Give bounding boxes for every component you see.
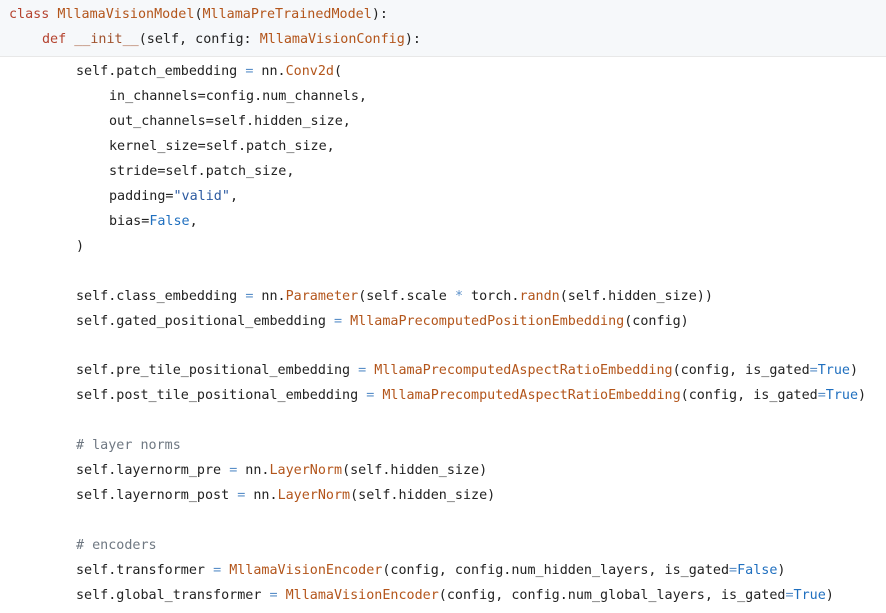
operator-token: =: [729, 563, 738, 578]
code-line-layernorm-post: self.layernorm_post = nn.LayerNorm(self.…: [76, 483, 495, 508]
call-token: randn: [519, 289, 560, 304]
punctuation-token: (: [194, 7, 203, 22]
code-line-bias: bias=False,: [109, 209, 198, 234]
code-text: self.pre_tile_positional_embedding: [76, 363, 359, 378]
call-token: LayerNorm: [269, 463, 343, 478]
call-token: MllamaVisionEncoder: [229, 563, 383, 578]
code-line-layernorm-pre: self.layernorm_pre = nn.LayerNorm(self.h…: [76, 458, 487, 483]
call-token: LayerNorm: [277, 488, 351, 503]
call-token: MllamaPrecomputedAspectRatioEmbedding: [374, 363, 673, 378]
literal-token: False: [737, 563, 778, 578]
function-name-token: __init__: [74, 32, 139, 47]
code-text: self.patch_embedding: [76, 64, 246, 79]
call-token: MllamaPrecomputedAspectRatioEmbedding: [382, 388, 681, 403]
code-line-post-tile-embedding: self.post_tile_positional_embedding = Ml…: [76, 383, 866, 408]
call-token: Parameter: [285, 289, 359, 304]
operator-token: *: [454, 289, 463, 304]
code-line-kernel-size: kernel_size=self.patch_size,: [109, 139, 335, 154]
code-line-global-transformer: self.global_transformer = MllamaVisionEn…: [76, 583, 834, 608]
code-text: self.transformer: [76, 563, 214, 578]
code-text: bias=: [109, 214, 150, 229]
code-text: (self.scale: [358, 289, 455, 304]
operator-token: =: [817, 388, 826, 403]
punctuation-token: ):: [404, 32, 421, 47]
code-text: padding=: [109, 189, 174, 204]
code-text: ,: [189, 214, 198, 229]
code-text: self.class_embedding: [76, 289, 246, 304]
code-text: (config, is_gated: [672, 363, 810, 378]
code-text: ,: [229, 189, 238, 204]
code-text: ): [849, 363, 859, 378]
type-token: MllamaVisionConfig: [259, 32, 405, 47]
operator-token: =: [785, 588, 794, 603]
operator-token: =: [213, 563, 222, 578]
code-line-stride: stride=self.patch_size,: [109, 164, 295, 179]
operator-token: =: [809, 363, 818, 378]
comment-layer-norms: # layer norms: [76, 438, 181, 453]
code-text: nn.: [253, 64, 286, 79]
operator-token: =: [333, 314, 343, 329]
code-line-pre-tile-embedding: self.pre_tile_positional_embedding = Mll…: [76, 358, 858, 383]
base-class-token: MllamaPreTrainedModel: [202, 7, 372, 22]
code-text: (config, config.num_hidden_layers, is_ga…: [382, 563, 730, 578]
code-text: (self.hidden_size): [350, 488, 496, 503]
code-line-class-embedding: self.class_embedding = nn.Parameter(self…: [76, 284, 713, 309]
code-line-gated-positional-embedding: self.gated_positional_embedding = Mllama…: [76, 309, 689, 334]
code-line-class-def: class MllamaVisionModel(MllamaPreTrained…: [9, 2, 388, 27]
code-line-out-channels: out_channels=self.hidden_size,: [109, 114, 351, 129]
operator-token: =: [269, 588, 278, 603]
code-text: (config, config.num_global_layers, is_ga…: [438, 588, 786, 603]
code-text: (: [334, 64, 343, 79]
code-text: ): [825, 588, 834, 603]
code-text: nn.: [245, 488, 278, 503]
code-text: (self.hidden_size): [342, 463, 488, 478]
code-text: ): [858, 388, 867, 403]
code-line-transformer: self.transformer = MllamaVisionEncoder(c…: [76, 558, 785, 583]
literal-token: False: [149, 214, 190, 229]
code-text: self.global_transformer: [76, 588, 270, 603]
call-token: MllamaPrecomputedPositionEmbedding: [350, 314, 625, 329]
code-text: nn.: [253, 289, 286, 304]
literal-token: True: [817, 363, 850, 378]
code-text: (self.hidden_size)): [559, 289, 713, 304]
literal-token: True: [793, 588, 826, 603]
arguments-token: (self, config:: [138, 32, 260, 47]
code-line-patch-embedding: self.patch_embedding = nn.Conv2d(: [76, 59, 342, 84]
punctuation-token: ):: [371, 7, 388, 22]
code-line-in-channels: in_channels=config.num_channels,: [109, 89, 367, 104]
code-text: self.gated_positional_embedding: [76, 314, 334, 329]
keyword-token: class: [9, 7, 50, 22]
literal-token: True: [825, 388, 859, 403]
comment-encoders: # encoders: [76, 538, 157, 553]
call-token: Conv2d: [285, 64, 334, 79]
class-name-token: MllamaVisionModel: [57, 7, 195, 22]
code-text: self.layernorm_post: [76, 488, 238, 503]
code-line-padding: padding="valid",: [109, 184, 238, 209]
code-text: torch.: [463, 289, 520, 304]
code-text: (config, is_gated: [680, 388, 818, 403]
call-token: MllamaVisionEncoder: [285, 588, 439, 603]
string-token: "valid": [173, 189, 230, 204]
code-line-close-paren: ): [76, 239, 85, 254]
keyword-token: def: [42, 32, 67, 47]
code-line-init-def: def __init__(self, config: MllamaVisionC…: [42, 27, 421, 52]
code-viewer: class MllamaVisionModel(MllamaPreTrained…: [0, 0, 886, 613]
code-text: ): [777, 563, 786, 578]
code-text: self.post_tile_positional_embedding: [76, 388, 367, 403]
code-text: self.layernorm_pre: [76, 463, 230, 478]
code-text: nn.: [237, 463, 270, 478]
code-text: (config): [624, 314, 689, 329]
